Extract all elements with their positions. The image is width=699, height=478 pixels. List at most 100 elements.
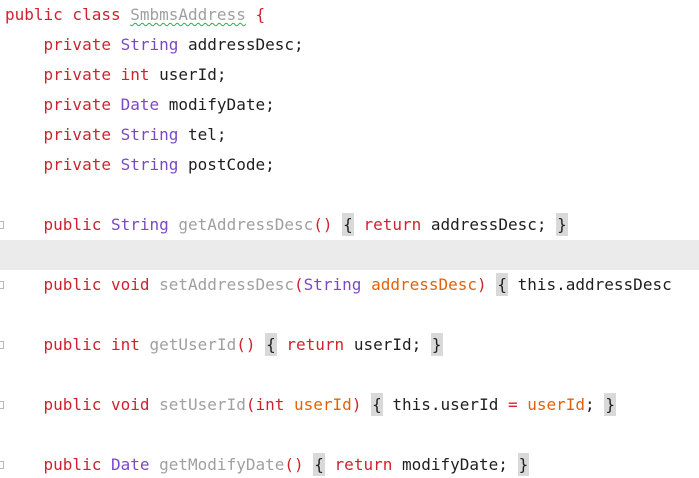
code-token: ( [294, 275, 304, 294]
code-text: private String postCode; [5, 150, 275, 180]
code-text: public class SmbmsAddress { [5, 0, 265, 30]
code-line[interactable] [0, 360, 699, 390]
code-token: ; [585, 395, 595, 414]
code-line[interactable]: public int getUserId() { return userId; … [0, 330, 699, 360]
code-line[interactable]: public class SmbmsAddress { [0, 0, 699, 30]
code-token: public [5, 455, 111, 474]
code-token: getUserId [139, 335, 237, 354]
matched-brace: { [265, 333, 277, 356]
code-token: userId [527, 395, 586, 414]
code-token: SmbmsAddress [130, 5, 246, 24]
matched-brace: { [496, 273, 508, 296]
code-token: public class [5, 5, 131, 24]
code-text: private String tel; [5, 120, 227, 150]
matched-brace: } [517, 453, 530, 476]
code-token: addressDesc [361, 275, 478, 294]
code-token: public [5, 395, 111, 414]
matched-brace: { [371, 393, 383, 416]
code-line[interactable]: private int userId; [0, 60, 699, 90]
code-token: modifyDate; [392, 455, 508, 474]
code-line[interactable] [0, 420, 699, 450]
matched-brace: } [604, 393, 616, 416]
code-token: addressDesc; [421, 215, 547, 234]
code-line[interactable]: public void setUserId(int userId) { this… [0, 390, 699, 420]
code-text: public void setAddressDesc(String addres… [5, 270, 672, 300]
fold-marker-icon[interactable] [0, 461, 4, 469]
code-token: setUserId [149, 395, 246, 414]
code-token: String [120, 35, 179, 54]
fold-marker-icon[interactable] [0, 341, 4, 349]
matched-brace: { [313, 453, 325, 476]
code-line[interactable]: public String getAddressDesc() { return … [0, 210, 699, 240]
code-token: return [363, 215, 422, 234]
code-token: void [110, 275, 150, 294]
code-token: userId; [344, 335, 422, 354]
code-line[interactable]: public void setAddressDesc(String addres… [0, 270, 699, 300]
code-text: public String getAddressDesc() { return … [5, 210, 568, 240]
code-line[interactable]: private Date modifyDate; [0, 90, 699, 120]
code-token: private [5, 65, 121, 84]
code-line[interactable]: private String postCode; [0, 150, 699, 180]
code-text: private Date modifyDate; [5, 90, 275, 120]
code-token: int [110, 335, 140, 354]
code-token: modifyDate; [159, 95, 275, 114]
code-line[interactable] [0, 180, 699, 210]
code-line[interactable] [0, 300, 699, 330]
fold-marker-icon[interactable] [0, 401, 4, 409]
code-token: { [245, 5, 266, 24]
code-token: private [5, 125, 121, 144]
code-token: int [255, 395, 285, 414]
code-token: ) [477, 275, 487, 294]
code-token: userId; [149, 65, 227, 84]
code-token: int [120, 65, 150, 84]
code-line[interactable]: private String addressDesc; [0, 30, 699, 60]
fold-marker-icon[interactable] [0, 281, 4, 289]
code-text: public Date getModifyDate() { return mod… [5, 450, 530, 478]
code-token: public [5, 275, 111, 294]
matched-brace: { [342, 213, 354, 236]
code-token: public [5, 215, 111, 234]
code-token: return [334, 455, 393, 474]
code-line[interactable]: public Date getModifyDate() { return mod… [0, 450, 699, 478]
code-token: private [5, 155, 121, 174]
code-token: this.userId [382, 395, 499, 414]
code-token: () [313, 215, 333, 234]
code-token: setAddressDesc [149, 275, 294, 294]
code-line[interactable]: private String tel; [0, 120, 699, 150]
matched-brace: } [556, 213, 568, 236]
code-token: getModifyDate [149, 455, 285, 474]
code-editor[interactable]: public class SmbmsAddress { private Stri… [0, 0, 699, 478]
code-token: String [120, 125, 179, 144]
code-token: userId [284, 395, 352, 414]
code-token: private [5, 95, 121, 114]
code-token: postCode; [178, 155, 275, 174]
code-token: () [284, 455, 304, 474]
fold-marker-icon[interactable] [0, 221, 4, 229]
code-token: return [286, 335, 345, 354]
code-token: = [498, 395, 528, 414]
current-line[interactable] [0, 240, 699, 270]
code-text: private int userId; [5, 60, 227, 90]
code-token: Date [120, 95, 160, 114]
matched-brace: } [430, 333, 443, 356]
code-token: Date [110, 455, 150, 474]
code-token: getAddressDesc [168, 215, 314, 234]
code-token: ) [351, 395, 362, 414]
code-token: public [5, 335, 111, 354]
code-token: String [110, 215, 169, 234]
code-text: public void setUserId(int userId) { this… [5, 390, 616, 420]
code-token: addressDesc; [178, 35, 304, 54]
code-token: tel; [178, 125, 227, 144]
code-token: String [303, 275, 362, 294]
code-token: () [236, 335, 256, 354]
code-token: String [120, 155, 179, 174]
